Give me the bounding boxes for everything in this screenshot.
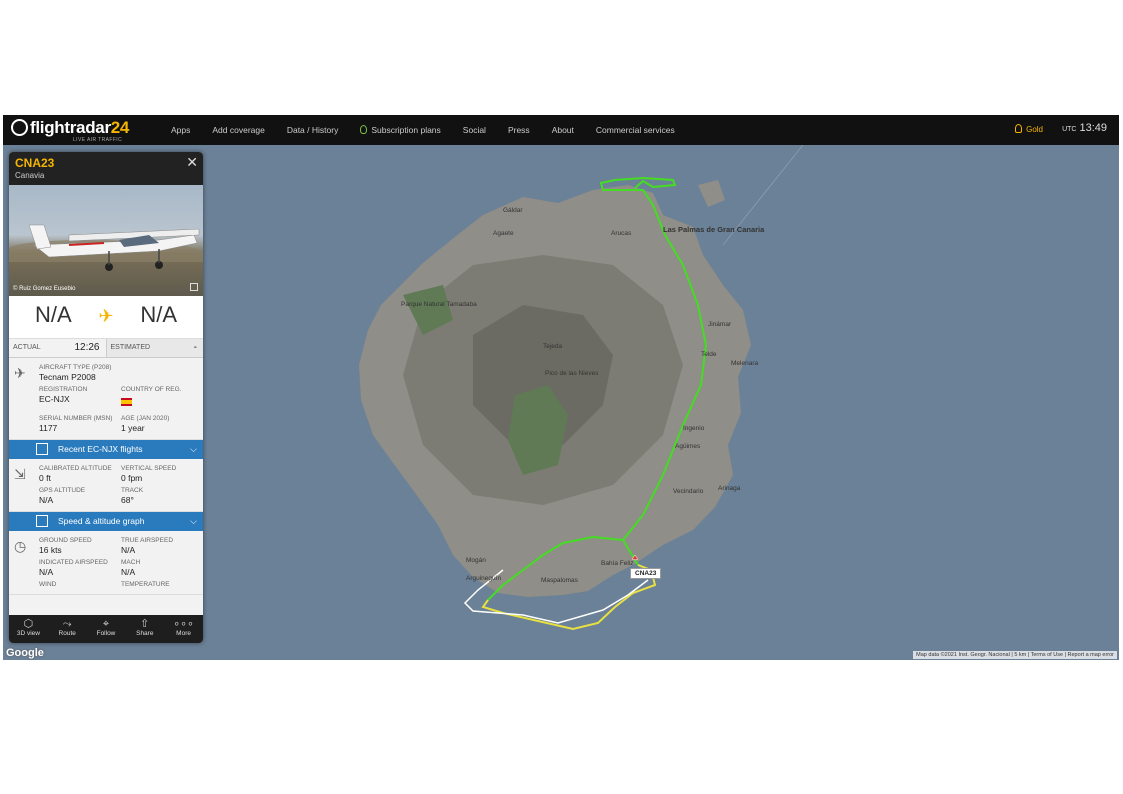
speedometer-icon: ◷ — [14, 538, 27, 554]
place-melenara: Melenara — [731, 360, 759, 367]
place-agaete: Agaete — [493, 230, 514, 237]
place-vecindario: Vecindario — [673, 488, 704, 495]
photo-credit: © Ruiz Gomez Eusebio — [13, 286, 76, 292]
country-of-registration: COUNTRY OF REG. — [121, 386, 203, 411]
route-button[interactable]: ⤳ Route — [48, 615, 87, 643]
calendar-icon — [36, 443, 48, 455]
place-las-palmas: Las Palmas de Gran Canaria — [663, 225, 765, 234]
serial-number: SERIAL NUMBER (MSN) 1177 — [39, 415, 113, 433]
callsign: CNA23 — [15, 156, 55, 170]
app-window: flightradar24 LIVE AIR TRAFFIC Apps Add … — [3, 115, 1119, 660]
lightbulb-icon — [360, 125, 368, 134]
place-tamadaba: Parque Natural Tamadaba — [401, 301, 477, 308]
place-maspalomas: Maspalomas — [541, 577, 578, 584]
indicated-airspeed: INDICATED AIRSPEED N/A — [39, 559, 108, 577]
map-scale: 5 km — [1014, 652, 1027, 658]
temperature: TEMPERATURE — [121, 581, 170, 588]
user-icon — [1015, 124, 1023, 133]
place-tejeda: Tejeda — [543, 343, 563, 350]
chevron-down-icon: ⌵ — [190, 516, 197, 526]
3d-view-button[interactable]: ⬡ 3D view — [9, 615, 48, 643]
track: TRACK 68° — [121, 487, 144, 505]
route-icon: ⤳ — [62, 618, 72, 630]
nav-social[interactable]: Social — [463, 125, 486, 135]
place-telde: Telde — [701, 351, 717, 358]
share-button[interactable]: ⇧ Share — [125, 615, 164, 643]
mach: MACH N/A — [121, 559, 141, 577]
expand-photo-icon[interactable] — [190, 283, 198, 291]
more-button[interactable]: ∘∘∘ More — [164, 615, 203, 643]
cube-icon: ⬡ — [23, 618, 34, 630]
true-airspeed: TRUE AIRSPEED N/A — [121, 537, 174, 555]
vertical-speed: VERTICAL SPEED 0 fpm — [121, 465, 177, 483]
flightradar24-logo[interactable]: flightradar24 LIVE AIR TRAFFIC — [11, 118, 129, 143]
place-aguimes: Agüimes — [675, 443, 701, 450]
estimated-time: ESTIMATED - — [105, 339, 203, 357]
place-mogan: Mogán — [466, 557, 486, 564]
airline-name: Canavia — [15, 171, 45, 180]
follow-icon: ⌖ — [102, 618, 110, 630]
map-attribution: Map data ©2021 Inst. Geogr. Nacional | 5… — [913, 651, 1117, 659]
speed-section: ◷ GROUND SPEED 16 kts TRUE AIRSPEED N/A … — [9, 531, 203, 595]
panel-header: CNA23 Canavia ✕ — [9, 152, 203, 185]
place-pico-nieves: Pico de las Nieves — [545, 370, 599, 377]
registration: REGISTRATION EC-NJX — [39, 386, 88, 404]
aircraft-photo[interactable]: © Ruiz Gomez Eusebio — [9, 185, 203, 296]
aircraft-age: AGE (JAN 2020) 1 year — [121, 415, 170, 433]
origin-code: N/A — [35, 302, 72, 327]
route-summary: N/A ✈ N/A — [9, 296, 203, 339]
place-ingenio: Ingenio — [683, 425, 705, 432]
altitude-section: ⇲ CALIBRATED ALTITUDE 0 ft VERTICAL SPEE… — [9, 459, 203, 512]
gps-altitude: GPS ALTITUDE N/A — [39, 487, 86, 505]
aircraft-type: AIRCRAFT TYPE (P208) Tecnam P2008 — [39, 364, 112, 382]
aircraft-type-icon: ✈ — [14, 365, 26, 381]
speed-altitude-graph-bar[interactable]: Speed & altitude graph ⌵ — [9, 512, 203, 531]
report-error-link[interactable]: Report a map error — [1068, 652, 1114, 658]
place-arucas: Arucas — [611, 230, 632, 237]
chevron-down-icon: ⌵ — [190, 444, 197, 454]
ground-speed: GROUND SPEED 16 kts — [39, 537, 92, 555]
destination-code: N/A — [140, 302, 177, 327]
place-bahia-feliz: Bahía Feliz — [601, 560, 634, 567]
flight-info-panel: CNA23 Canavia ✕ © Ruiz Gomez Eusebio N/A — [9, 152, 203, 643]
main-nav: Apps Add coverage Data / History Subscri… — [171, 115, 697, 145]
recent-flights-bar[interactable]: Recent EC-NJX flights ⌵ — [9, 440, 203, 459]
google-logo: Google — [6, 647, 44, 659]
nav-commercial-services[interactable]: Commercial services — [596, 125, 675, 135]
place-galdar: Gáldar — [503, 207, 523, 214]
place-arguineguin: Arguineguín — [466, 575, 502, 582]
calibrated-altitude: CALIBRATED ALTITUDE 0 ft — [39, 465, 112, 483]
share-icon: ⇧ — [140, 618, 150, 630]
more-icon: ∘∘∘ — [173, 618, 194, 630]
top-navbar: flightradar24 LIVE AIR TRAFFIC Apps Add … — [3, 115, 1119, 145]
airplane-icon: ✈ — [92, 302, 120, 330]
terms-link[interactable]: Terms of Use — [1031, 652, 1063, 658]
time-row: ACTUAL 12:26 ESTIMATED - — [9, 339, 203, 358]
panel-bottom-nav: ⬡ 3D view ⤳ Route ⌖ Follow ⇧ Share ∘∘∘ More — [9, 615, 203, 643]
nav-apps[interactable]: Apps — [171, 125, 190, 135]
account-menu[interactable]: Gold — [1015, 124, 1043, 134]
altitude-icon: ⇲ — [14, 466, 26, 482]
place-jinamar: Jinámar — [708, 321, 732, 328]
wind: WIND — [39, 581, 57, 588]
nav-add-coverage[interactable]: Add coverage — [212, 125, 264, 135]
nav-data-history[interactable]: Data / History — [287, 125, 339, 135]
follow-button[interactable]: ⌖ Follow — [87, 615, 126, 643]
nav-about[interactable]: About — [552, 125, 574, 135]
graph-icon — [36, 515, 48, 527]
utc-clock: UTC 13:49 — [1062, 122, 1107, 134]
place-arinaga: Arinaga — [718, 485, 741, 492]
actual-time: ACTUAL 12:26 — [13, 342, 100, 353]
radar-icon — [11, 119, 28, 136]
aircraft-photo-graphic — [28, 224, 200, 271]
close-icon[interactable]: ✕ — [186, 154, 198, 171]
aircraft-section: ✈ AIRCRAFT TYPE (P208) Tecnam P2008 REGI… — [9, 358, 203, 440]
spain-flag-icon — [121, 398, 132, 406]
flight-label-cna23[interactable]: CNA23 — [630, 568, 662, 579]
nav-press[interactable]: Press — [508, 125, 530, 135]
nav-subscription-plans[interactable]: Subscription plans — [360, 125, 441, 135]
